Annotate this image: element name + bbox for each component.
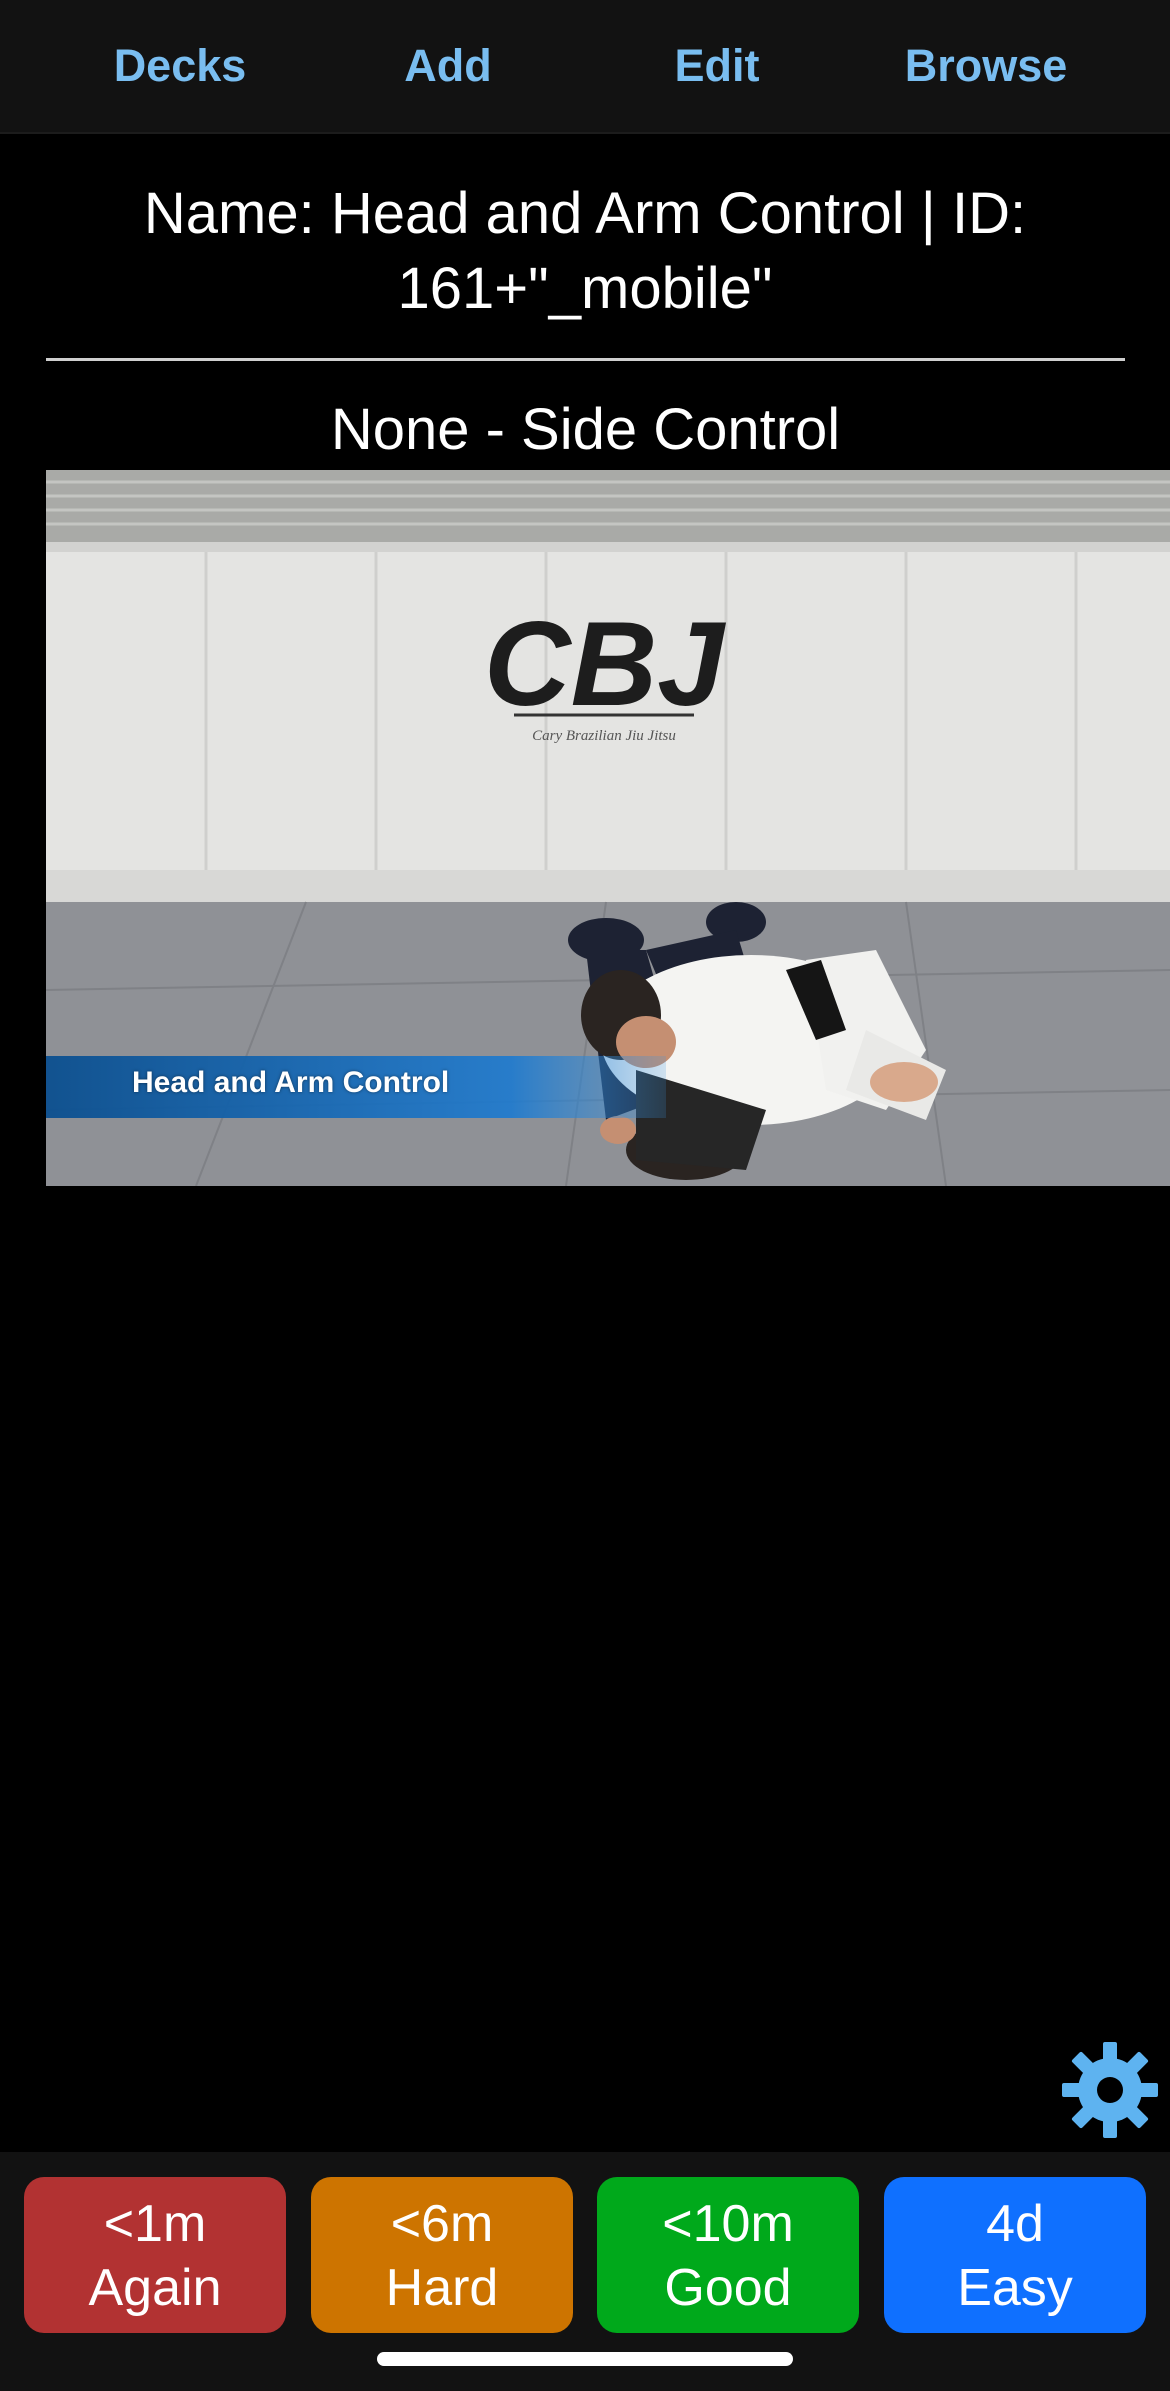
video-caption: Head and Arm Control: [132, 1066, 450, 1099]
decks-button[interactable]: Decks: [60, 30, 300, 102]
add-button[interactable]: Add: [328, 30, 568, 102]
easy-interval: 4d: [986, 2195, 1044, 2253]
home-indicator[interactable]: [377, 2352, 793, 2366]
again-label: Again: [88, 2259, 222, 2317]
good-label: Good: [664, 2259, 792, 2317]
easy-label: Easy: [957, 2259, 1073, 2317]
answer-bar: <1m Again <6m Hard <10m Good 4d Easy: [0, 2152, 1170, 2391]
card-title: Name: Head and Arm Control | ID: 161+"_m…: [143, 181, 1027, 321]
edit-button[interactable]: Edit: [597, 30, 837, 102]
good-button[interactable]: <10m Good: [597, 2177, 859, 2333]
browse-button[interactable]: Browse: [866, 30, 1106, 102]
hard-label: Hard: [385, 2259, 499, 2317]
again-button[interactable]: <1m Again: [24, 2177, 286, 2333]
wall-logo-subtitle: Cary Brazilian Jiu Jitsu: [532, 728, 676, 744]
easy-button[interactable]: 4d Easy: [884, 2177, 1146, 2333]
again-interval: <1m: [103, 2195, 207, 2253]
good-interval: <10m: [662, 2195, 794, 2253]
gear-icon[interactable]: [1060, 2040, 1160, 2140]
wall-logo: CBJ: [484, 597, 726, 731]
hard-interval: <6m: [390, 2195, 494, 2253]
divider: [46, 358, 1125, 361]
video-player[interactable]: CBJ Cary Brazilian Jiu Jitsu Head and Ar…: [46, 470, 1170, 1186]
top-nav-bar: Decks Add Edit Browse: [0, 0, 1170, 134]
card-subtitle: None - Side Control: [330, 397, 841, 462]
hard-button[interactable]: <6m Hard: [311, 2177, 573, 2333]
